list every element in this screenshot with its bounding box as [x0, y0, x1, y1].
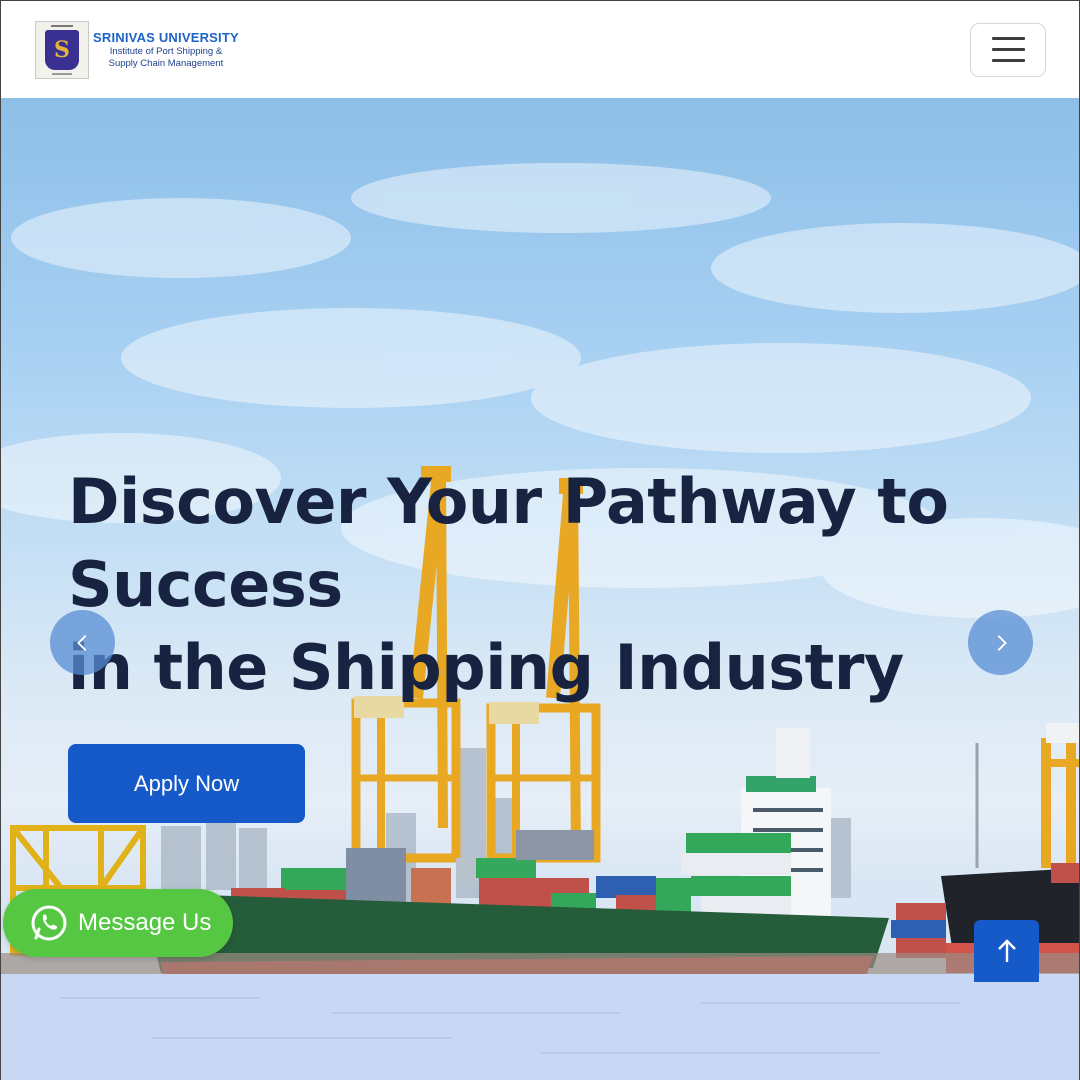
hero-heading: Discover Your Pathway to Success in the …	[68, 460, 1028, 709]
scroll-to-top-button[interactable]	[974, 920, 1039, 982]
hero-heading-line1: Discover Your Pathway to	[68, 465, 949, 538]
menu-toggle-button[interactable]	[970, 22, 1046, 77]
chevron-right-icon	[997, 634, 1007, 651]
hero-heading-line2: Success	[68, 548, 343, 621]
hero-heading-line3: in the Shipping Industry	[68, 631, 904, 704]
whatsapp-message-button[interactable]: Message Us	[3, 889, 233, 957]
brand-subtitle-line2: Supply Chain Management	[108, 57, 224, 69]
university-logo-emblem: S	[35, 20, 89, 79]
navbar: S SRINIVAS UNIVERSITY Institute of Port …	[0, 0, 1080, 98]
carousel-prev-button[interactable]	[50, 610, 115, 675]
chevron-left-icon	[76, 634, 86, 651]
whatsapp-icon	[31, 905, 67, 941]
hamburger-menu-icon	[991, 37, 1025, 40]
apply-now-button[interactable]: Apply Now	[68, 744, 305, 823]
arrow-up-icon	[997, 939, 1016, 962]
brand-title: SRINIVAS UNIVERSITY	[93, 29, 239, 45]
brand-logo-link[interactable]: S SRINIVAS UNIVERSITY Institute of Port …	[35, 20, 239, 79]
brand-subtitle-line1: Institute of Port Shipping &	[109, 45, 223, 57]
whatsapp-label: Message Us	[78, 909, 212, 936]
brand-text: SRINIVAS UNIVERSITY Institute of Port Sh…	[93, 30, 239, 70]
carousel-next-button[interactable]	[968, 610, 1033, 675]
